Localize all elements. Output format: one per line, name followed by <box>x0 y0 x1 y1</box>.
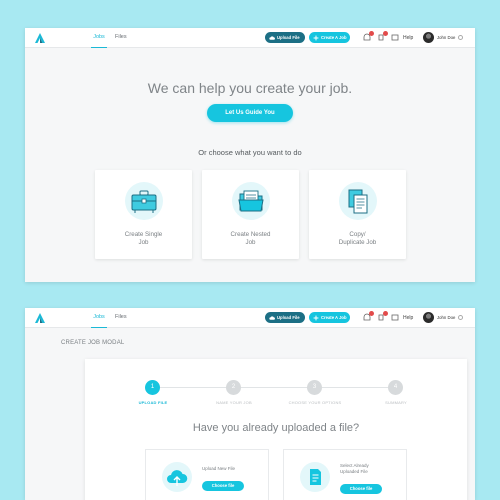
upload-new-file-label: Upload New File <box>202 466 262 472</box>
notification-badge <box>383 31 388 36</box>
folder-icon-circle <box>232 182 270 220</box>
hero-title: We can help you create your job. <box>147 80 353 96</box>
user-name[interactable]: John Doe <box>437 28 455 48</box>
upload-file-button[interactable]: Upload File <box>265 32 305 43</box>
create-job-button[interactable]: Create A Job <box>309 312 350 323</box>
option-label-line2: Job <box>245 239 256 246</box>
create-single-job-card[interactable]: Create Single Job <box>95 170 192 259</box>
create-job-label: Create A Job <box>321 315 347 320</box>
option-label-line1: Create Nested <box>230 231 271 238</box>
briefcase-icon-circle <box>125 182 163 220</box>
app-logo[interactable] <box>34 32 46 44</box>
avatar[interactable] <box>423 312 434 323</box>
plus-icon <box>313 35 319 40</box>
user-name[interactable]: John Doe <box>437 308 455 328</box>
notification-button[interactable] <box>363 311 374 322</box>
choose-text: Or choose what you want to do <box>198 148 302 157</box>
document-icon <box>310 469 321 485</box>
help-link[interactable]: Help <box>403 308 413 328</box>
tab-files[interactable]: Files <box>115 28 127 48</box>
notification-badge <box>383 311 388 316</box>
app-logo[interactable] <box>34 312 46 324</box>
step-3-indicator[interactable]: 3 <box>307 380 322 395</box>
upload-question: Have you already uploaded a file? <box>192 422 360 434</box>
tab-jobs[interactable]: Jobs <box>91 308 107 328</box>
notification-badge <box>369 31 374 36</box>
copy-icon <box>348 189 368 214</box>
settings-icon[interactable] <box>458 315 463 320</box>
option-label: Create Nested Job <box>206 231 295 247</box>
cloud-upload-icon-circle <box>162 462 192 492</box>
option-label-line1: Create Single <box>124 231 163 238</box>
copy-icon-circle <box>339 182 377 220</box>
cloud-upload-icon <box>269 35 275 40</box>
settings-icon[interactable] <box>458 35 463 40</box>
option-label-line2: Job <box>138 239 149 246</box>
choice-label-line2: Uploaded File <box>340 469 368 474</box>
option-label: Copy/ Duplicate Job <box>313 231 402 247</box>
option-label-line2: Duplicate Job <box>338 239 377 246</box>
create-job-label: Create A Job <box>321 35 347 40</box>
create-job-modal-screen: Jobs Files Upload File Create A Job Help… <box>25 308 475 500</box>
step-2-indicator[interactable]: 2 <box>226 380 241 395</box>
step-1-label: UPLOAD FILE <box>138 400 168 405</box>
choose-file-button[interactable]: Choose file <box>202 481 244 491</box>
create-job-screen: Jobs Files Upload File Create A Job Help… <box>25 28 475 282</box>
option-label: Create Single Job <box>99 231 188 247</box>
plus-icon <box>313 315 319 320</box>
notification-button-2[interactable] <box>377 311 388 322</box>
cloud-upload-icon <box>269 315 275 320</box>
folder-icon <box>238 190 264 212</box>
create-job-modal: 1 2 3 4 UPLOAD FILE NAME YOUR JOB CHOOSE… <box>85 359 467 500</box>
help-icon[interactable] <box>391 313 399 322</box>
document-icon-circle <box>300 462 330 492</box>
help-square-icon <box>391 314 399 321</box>
step-4-indicator[interactable]: 4 <box>388 380 403 395</box>
notification-button-2[interactable] <box>377 31 388 42</box>
tab-jobs[interactable]: Jobs <box>91 28 107 48</box>
top-nav-bar: Jobs Files Upload File Create A Job Help… <box>25 28 475 48</box>
help-icon[interactable] <box>391 33 399 42</box>
upload-new-file-option[interactable]: Upload New File Choose file <box>145 449 269 500</box>
create-job-button[interactable]: Create A Job <box>309 32 350 43</box>
step-4-label: SUMMARY <box>385 400 407 405</box>
create-nested-job-card[interactable]: Create Nested Job <box>202 170 299 259</box>
upload-file-label: Upload File <box>277 315 300 320</box>
briefcase-icon <box>131 190 157 213</box>
help-link[interactable]: Help <box>403 28 413 48</box>
option-label-line1: Copy/ <box>349 231 366 238</box>
choice-label-line1: Upload New File <box>202 466 236 471</box>
copy-duplicate-job-card[interactable]: Copy/ Duplicate Job <box>309 170 406 259</box>
upload-file-button[interactable]: Upload File <box>265 312 305 323</box>
tab-files[interactable]: Files <box>115 308 127 328</box>
notification-badge <box>369 311 374 316</box>
notification-button[interactable] <box>363 31 374 42</box>
modal-page-title: CREATE JOB MODAL <box>61 340 125 346</box>
step-connector <box>320 387 398 388</box>
guide-button[interactable]: Let Us Guide You <box>207 104 293 122</box>
step-3-label: CHOOSE YOUR OPTIONS <box>288 400 342 405</box>
avatar[interactable] <box>423 32 434 43</box>
select-uploaded-file-option[interactable]: Select Already Uploaded File Choose file <box>283 449 407 500</box>
step-1-indicator[interactable]: 1 <box>145 380 160 395</box>
step-2-label: NAME YOUR JOB <box>216 400 252 405</box>
choose-file-button[interactable]: Choose file <box>340 484 382 494</box>
upload-file-label: Upload File <box>277 35 300 40</box>
select-uploaded-file-label: Select Already Uploaded File <box>340 463 400 475</box>
help-square-icon <box>391 34 399 41</box>
top-nav-bar: Jobs Files Upload File Create A Job Help… <box>25 308 475 328</box>
cloud-upload-icon <box>167 470 188 486</box>
